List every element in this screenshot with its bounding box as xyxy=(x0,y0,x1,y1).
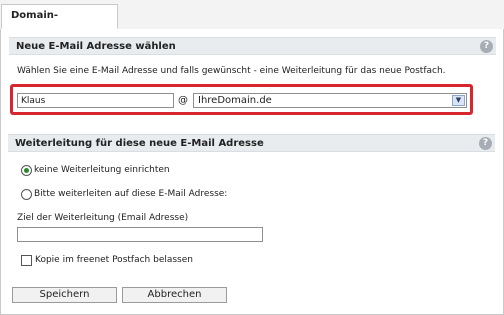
chevron-down-icon[interactable]: ▼ xyxy=(452,95,465,106)
section-header-new-address: Neue E-Mail Adresse wählen ? xyxy=(9,37,496,55)
at-sign: @ xyxy=(178,95,188,106)
save-button[interactable]: Speichern xyxy=(12,287,117,303)
domain-select-value: IhreDomain.de xyxy=(198,95,272,106)
description-text: Wählen Sie eine E-Mail Adresse und falls… xyxy=(17,66,446,76)
help-icon[interactable]: ? xyxy=(480,40,493,53)
radio-no-forward-label: keine Weiterleitung einrichten xyxy=(34,165,170,175)
section-title: Weiterleitung für diese neue E-Mail Adre… xyxy=(15,138,264,149)
radio-no-forward[interactable] xyxy=(21,165,32,176)
local-part-input[interactable] xyxy=(17,93,174,108)
forward-target-input[interactable] xyxy=(17,227,263,242)
radio-forward-label: Bitte weiterleiten auf diese E-Mail Adre… xyxy=(34,189,228,199)
tab-bar: Domain-Postfächer xyxy=(0,0,504,43)
tab-domain-postfaecher[interactable]: Domain-Postfächer xyxy=(1,4,118,43)
keep-copy-checkbox[interactable] xyxy=(21,255,32,266)
radio-forward[interactable] xyxy=(21,189,32,200)
section-title: Neue E-Mail Adresse wählen xyxy=(16,41,176,52)
keep-copy-label: Kopie im freenet Postfach belassen xyxy=(35,255,193,265)
section-header-forwarding: Weiterleitung für diese neue E-Mail Adre… xyxy=(8,134,495,152)
domain-select[interactable]: IhreDomain.de ▼ xyxy=(193,93,467,108)
forward-target-label: Ziel der Weiterleitung (Email Adresse) xyxy=(17,213,189,223)
help-icon[interactable]: ? xyxy=(479,137,492,150)
cancel-button[interactable]: Abbrechen xyxy=(122,287,227,303)
